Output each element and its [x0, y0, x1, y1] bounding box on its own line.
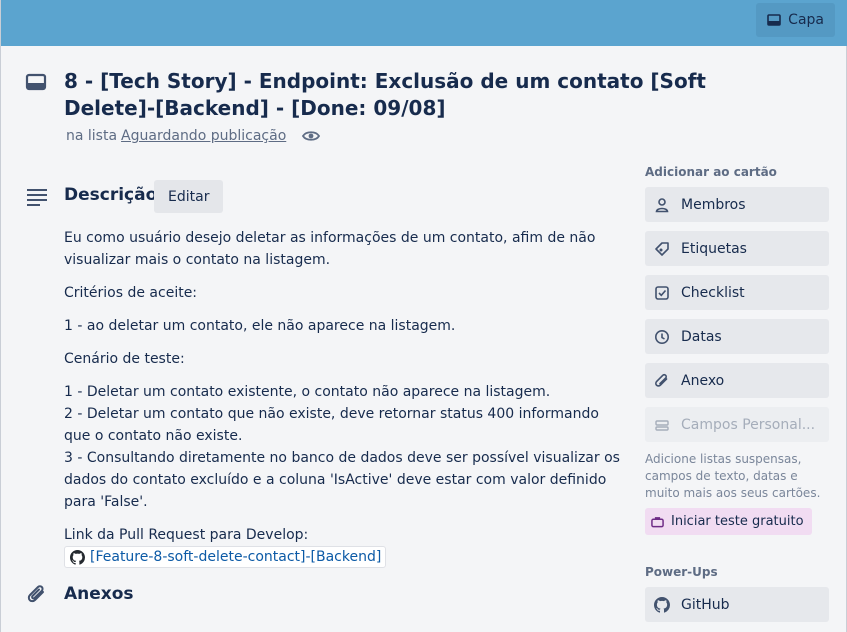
description-paragraph: 1 - ao deletar um contato, ele não apare… — [64, 318, 456, 334]
in-list-prefix: na lista — [66, 128, 118, 144]
custom-fields-button[interactable]: Campos Personal... — [645, 407, 829, 442]
labels-label: Etiquetas — [681, 240, 747, 257]
scenario-line: 2 - Deletar um contato que não existe, d… — [64, 406, 599, 444]
description-paragraph: Critérios de aceite: — [64, 285, 198, 301]
eye-icon[interactable] — [302, 129, 321, 143]
scenario-line: 3 - Consultando diretamente no banco de … — [64, 450, 620, 510]
scenario-line: 1 - Deletar um contato existente, o cont… — [64, 384, 551, 400]
pull-request-link[interactable]: [Feature-8-soft-delete-contact]-[Backend… — [64, 546, 387, 568]
members-button[interactable]: Membros — [645, 187, 829, 222]
checkbox-icon — [654, 285, 670, 301]
attachments-heading: Anexos — [64, 584, 134, 604]
paperclip-icon — [654, 373, 670, 389]
card-icon — [25, 73, 47, 91]
dates-label: Datas — [681, 328, 722, 345]
description-paragraph: Eu como usuário desejo deletar as inform… — [64, 230, 596, 268]
description-paragraph: Cenário de teste: — [64, 351, 185, 367]
cover-button-label: Capa — [788, 12, 824, 28]
cover-icon — [767, 14, 781, 26]
add-to-card-heading: Adicionar ao cartão — [645, 165, 777, 179]
edit-description-button[interactable]: Editar — [154, 180, 224, 213]
card-detail-window: Capa 8 - [Tech Story] - Endpoint: Exclus… — [0, 0, 847, 632]
attachment-label: Anexo — [681, 372, 725, 389]
custom-fields-note: Adicione listas suspensas, campos de tex… — [645, 452, 821, 500]
members-label: Membros — [681, 196, 746, 213]
checklist-button[interactable]: Checklist — [645, 275, 829, 310]
cover-button[interactable]: Capa — [756, 3, 835, 37]
github-label: GitHub — [681, 596, 730, 613]
attachment-button[interactable]: Anexo — [645, 363, 829, 398]
dates-button[interactable]: Datas — [645, 319, 829, 354]
description-body[interactable]: Eu como usuário desejo deletar as inform… — [64, 227, 624, 583]
pull-request-line: Link da Pull Request para Develop: [Feat… — [64, 524, 624, 572]
fields-icon — [654, 417, 670, 433]
labels-button[interactable]: Etiquetas — [645, 231, 829, 266]
start-trial-button[interactable]: Iniciar teste gratuito — [645, 508, 812, 535]
card-cover — [1, 0, 847, 46]
briefcase-icon — [651, 516, 664, 528]
github-icon — [70, 549, 85, 565]
custom-fields-label: Campos Personal... — [681, 416, 816, 433]
card-title[interactable]: 8 - [Tech Story] - Endpoint: Exclusão de… — [64, 68, 764, 122]
checklist-label: Checklist — [681, 284, 745, 301]
card-list-info: na lista Aguardando publicação — [66, 128, 321, 144]
person-icon — [654, 197, 670, 213]
list-link[interactable]: Aguardando publicação — [121, 128, 286, 144]
paperclip-icon — [25, 583, 49, 607]
description-heading: Descrição — [64, 185, 158, 205]
tag-icon — [654, 241, 670, 257]
start-trial-label: Iniciar teste gratuito — [671, 514, 804, 529]
clock-icon — [654, 329, 670, 345]
github-icon — [654, 596, 670, 613]
github-powerup-button[interactable]: GitHub — [645, 587, 829, 622]
pull-request-link-text: [Feature-8-soft-delete-contact]-[Backend… — [90, 549, 382, 565]
pull-request-prefix: Link da Pull Request para Develop: — [64, 527, 309, 543]
powerups-heading: Power-Ups — [645, 565, 718, 579]
description-icon — [25, 184, 49, 208]
